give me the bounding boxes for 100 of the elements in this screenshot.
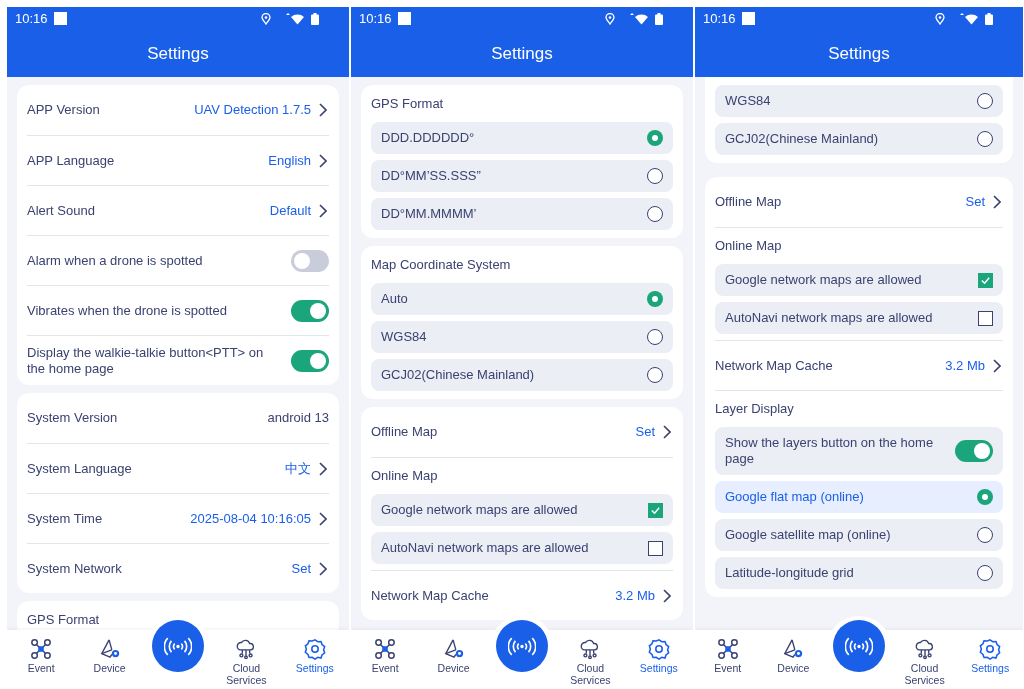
settings-row[interactable]: System Network Set	[27, 543, 329, 593]
nav-tab[interactable]: Device	[768, 638, 819, 674]
radar-button[interactable]	[833, 620, 885, 672]
row-value: android 13	[267, 409, 329, 428]
option-label: DD°MM’SS.SSS”	[381, 167, 482, 186]
nav-label: Cloud Services	[569, 662, 612, 686]
settings-icon	[647, 638, 670, 660]
radio-button[interactable]	[647, 130, 663, 146]
section-heading: Online Map	[715, 237, 782, 256]
radio-option[interactable]: GCJ02(Chinese Mainland)	[371, 359, 673, 391]
nav-tab[interactable]: Event	[702, 638, 753, 674]
nav-tab[interactable]: Settings	[965, 638, 1016, 674]
nav-label: Settings	[638, 662, 679, 674]
option-label: AutoNavi network maps are allowed	[725, 309, 934, 328]
radio-option[interactable]: GCJ02(Chinese Mainland)	[715, 123, 1003, 155]
settings-row[interactable]: Network Map Cache 3.2 Mb	[715, 340, 1003, 390]
row-value: Set	[291, 559, 311, 578]
radio-button[interactable]	[977, 527, 993, 543]
nav-tab[interactable]: Cloud Services	[221, 638, 272, 686]
nav-label: Cloud Services	[903, 662, 946, 686]
radio-option[interactable]: DDD.DDDDDD°	[371, 122, 673, 154]
radio-button[interactable]	[647, 329, 663, 345]
option-label: WGS84	[725, 92, 772, 111]
signal-waves-icon	[508, 636, 536, 656]
option-label: Google flat map (online)	[725, 488, 865, 507]
settings-icon	[303, 638, 326, 660]
toggle-switch[interactable]	[291, 249, 329, 272]
nav-tab[interactable]: Event	[16, 638, 67, 674]
checkbox-option[interactable]: AutoNavi network maps are allowed	[371, 532, 673, 564]
section-heading: GPS Format	[371, 94, 444, 113]
radio-option[interactable]: WGS84	[715, 85, 1003, 117]
radio-button[interactable]	[647, 291, 663, 307]
toggle-switch[interactable]	[291, 299, 329, 322]
nav-tab[interactable]: Settings	[289, 638, 340, 674]
radio-option[interactable]: Google satellite map (online)	[715, 519, 1003, 551]
row-label: Show the layers button on the home page	[725, 435, 935, 467]
radar-button[interactable]	[496, 620, 548, 672]
row-label: System Language	[27, 459, 133, 478]
checkmark-icon	[650, 504, 661, 516]
radio-button[interactable]	[977, 489, 993, 505]
signal-waves-icon	[164, 636, 192, 656]
radio-option[interactable]: Google flat map (online)	[715, 481, 1003, 513]
screen-title: Settings	[491, 42, 553, 65]
radio-option[interactable]: WGS84	[371, 321, 673, 353]
option-label: Latitude-longitude grid	[725, 564, 855, 583]
radio-button[interactable]	[977, 131, 993, 147]
checkbox-option[interactable]: Google network maps are allowed	[715, 264, 1003, 296]
option-label: AutoNavi network maps are allowed	[381, 539, 590, 558]
location-icon	[605, 12, 615, 25]
chevron-right-icon	[319, 103, 327, 117]
row-value: 3.2 Mb	[615, 586, 655, 605]
nav-tab[interactable]: Cloud Services	[899, 638, 950, 686]
settings-row[interactable]: System Time 2025-08-04 10:16:05	[27, 493, 329, 543]
device-icon	[98, 638, 121, 660]
checkbox-option[interactable]: Google network maps are allowed	[371, 494, 673, 526]
nav-label: Settings	[970, 662, 1011, 674]
checkbox[interactable]	[648, 540, 663, 556]
device-icon	[442, 638, 465, 660]
radio-option[interactable]: Auto	[371, 283, 673, 315]
toggle-switch[interactable]	[955, 440, 993, 462]
row-value: Set	[965, 193, 985, 212]
nav-tab[interactable]: Device	[428, 638, 479, 674]
option-label: WGS84	[381, 328, 428, 347]
radar-button[interactable]	[152, 620, 204, 672]
radio-option[interactable]: Latitude-longitude grid	[715, 557, 1003, 589]
toggle-switch[interactable]	[291, 349, 329, 372]
nav-tab[interactable]: Cloud Services	[565, 638, 616, 686]
chevron-right-icon	[319, 511, 327, 526]
settings-row[interactable]: System Language 中文	[27, 443, 329, 493]
nav-tab[interactable]: Event	[360, 638, 411, 674]
nav-tab[interactable]: Settings	[633, 638, 684, 674]
radio-button[interactable]	[977, 565, 993, 581]
checkbox-option[interactable]: AutoNavi network maps are allowed	[715, 302, 1003, 334]
radio-button[interactable]	[647, 367, 663, 383]
nav-label: Device	[776, 662, 811, 674]
row-label: Alert Sound	[27, 201, 96, 220]
wifi-icon	[285, 12, 305, 25]
chevron-right-icon	[319, 153, 327, 168]
radio-button[interactable]	[977, 93, 993, 109]
settings-row[interactable]: APP Version UAV Detection 1.7.5	[27, 85, 329, 135]
status-time: 10:16	[359, 9, 392, 28]
radio-option[interactable]: DD°MM’SS.SSS”	[371, 160, 673, 192]
checkbox[interactable]	[978, 310, 993, 326]
checkbox[interactable]	[978, 272, 993, 288]
row-value: English	[268, 151, 311, 170]
settings-row[interactable]: Offline Map Set	[715, 177, 1003, 227]
row-label: Alarm when a drone is spotted	[27, 252, 204, 269]
checkbox[interactable]	[648, 502, 663, 518]
option-label: Google network maps are allowed	[725, 271, 923, 290]
nav-tab[interactable]: Device	[84, 638, 135, 674]
radio-button[interactable]	[647, 168, 663, 184]
device-icon	[782, 638, 805, 660]
radio-option[interactable]: DD°MM.MMMM’	[371, 198, 673, 230]
nav-label: Device	[92, 662, 127, 674]
row-label: APP Language	[27, 151, 116, 170]
settings-row[interactable]: Alert Sound Default	[27, 185, 329, 235]
settings-row[interactable]: Offline Map Set	[371, 407, 673, 457]
settings-row[interactable]: APP Language English	[27, 135, 329, 185]
notification-square-icon	[741, 12, 755, 25]
radio-button[interactable]	[647, 206, 663, 222]
